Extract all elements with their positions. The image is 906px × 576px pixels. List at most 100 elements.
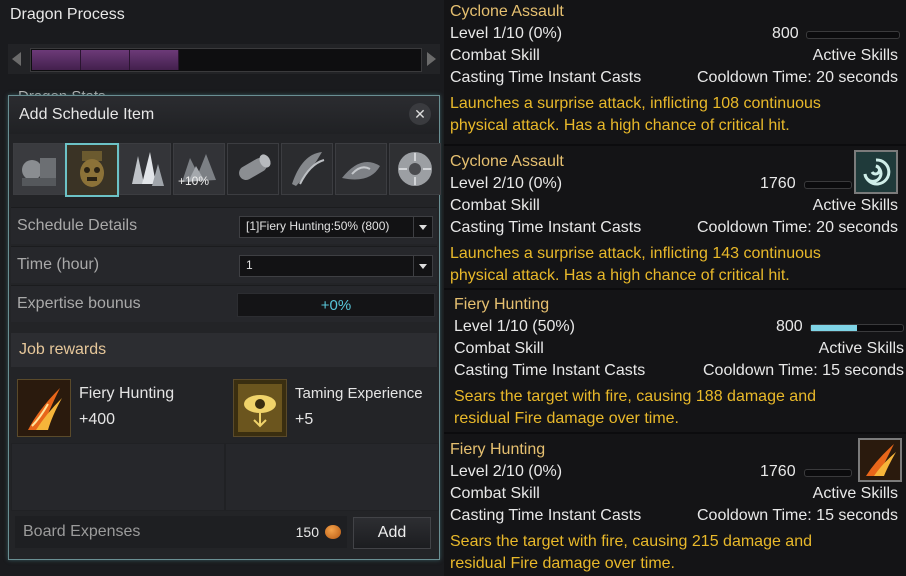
job-rewards-label: Job rewards [19,341,107,358]
skill-level: Level 2/10 (0%) [450,175,563,192]
shell-tile-icon[interactable] [335,143,387,195]
add-schedule-dialog: Add Schedule Item ✕ +10% Schedule Detail… [8,95,441,560]
reward-value: +5 [295,411,314,428]
skill-description: Launches a surprise attack, inflicting 1… [450,93,821,137]
skill-tooltip: Cyclone Assault Level 1/10 (0%) 800 Comb… [444,0,906,144]
skill-name: Fiery Hunting [450,441,546,458]
schedule-details-value: [1]Fiery Hunting:50% (800) [246,219,390,233]
skill-category: Active Skills [818,340,904,357]
board-expenses-label: Board Expenses [23,523,141,540]
casting-time: Casting Time Instant Casts [454,362,646,379]
skill-level: Level 1/10 (0%) [450,25,563,42]
log-tile-icon[interactable] [227,143,279,195]
feather-tile-icon[interactable] [281,143,333,195]
skill-type: Combat Skill [450,47,540,64]
expertise-label: Expertise bounus [17,295,141,312]
time-select[interactable]: 1 [239,255,433,277]
schedule-details-label: Schedule Details [17,217,138,234]
skill-type: Combat Skill [450,485,540,502]
reward-name: Fiery Hunting [79,385,175,402]
disc-tile-icon[interactable] [389,143,441,195]
skill-desc-line: Launches a surprise attack, inflicting 1… [450,95,821,112]
schedule-details-row: Schedule Details [1]Fiery Hunting:50% (8… [11,207,437,244]
cooldown-time: Cooldown Time: 15 seconds [697,507,898,524]
casting-time: Casting Time Instant Casts [450,507,642,524]
dialog-header: Add Schedule Item ✕ [9,96,439,134]
cooldown-time: Cooldown Time: 20 seconds [697,219,898,236]
add-button[interactable]: Add [353,517,431,549]
skill-points: 800 [772,25,799,42]
skill-tooltip: Fiery Hunting Level 2/10 (0%) 1760 Comba… [444,434,906,576]
skill-desc-line: physical attack. Has a high chance of cr… [450,267,790,284]
empty-reward-slot [11,443,225,511]
dragon-process-bar [30,48,422,72]
window-title: Dragon Process [10,6,125,23]
skill-progress-track [804,469,852,477]
schedule-details-select[interactable]: [1]Fiery Hunting:50% (800) [239,216,433,238]
fire-claw-icon [17,379,71,437]
skill-type: Combat Skill [450,197,540,214]
dialog-title: Add Schedule Item [19,106,155,123]
board-expenses-box: Board Expenses 150 [15,516,347,548]
skill-desc-line: residual Fire damage over time. [450,555,675,572]
skill-points: 1760 [760,175,796,192]
skill-desc-line: Launches a surprise attack, inflicting 1… [450,245,821,262]
coin-icon [325,525,341,539]
totem-tile-icon[interactable] [65,143,119,197]
cooldown-time: Cooldown Time: 20 seconds [697,69,898,86]
expertise-bonus-box: +0% [237,293,435,317]
skill-desc-line: Sears the target with fire, causing 215 … [450,533,812,550]
skill-desc-line: Sears the target with fire, causing 188 … [454,388,816,405]
cyclone-icon [854,150,898,194]
skill-tooltip: Fiery Hunting Level 1/10 (50%) 800 Comba… [444,290,906,432]
empty-reward-slot [225,443,439,511]
skill-category: Active Skills [812,47,898,64]
skill-name: Cyclone Assault [450,153,564,170]
job-rewards-header: Job rewards [11,333,437,367]
skill-tooltip: Cyclone Assault Level 2/10 (0%) 1760 Com… [444,146,906,288]
skill-desc-line: physical attack. Has a high chance of cr… [450,117,790,134]
time-row: Time (hour) 1 [11,246,437,283]
skill-description: Sears the target with fire, causing 188 … [454,386,816,430]
board-expenses-amount: 150 [295,524,319,540]
skill-desc-line: residual Fire damage over time. [454,410,679,427]
tile-badge: +10% [178,174,210,188]
scroll-left-arrow-icon[interactable] [12,52,21,66]
fire-claw-icon [858,438,902,482]
skill-progress-track [810,324,904,332]
process-segment [81,50,130,70]
skill-level: Level 1/10 (50%) [454,318,575,335]
crystal-tile-icon[interactable] [119,143,171,195]
skill-name: Fiery Hunting [454,296,550,313]
skill-progress-track [804,181,852,189]
casting-time: Casting Time Instant Casts [450,69,642,86]
skill-progress-fill [811,325,857,331]
process-bar-wrap [8,44,440,74]
chevron-down-icon[interactable] [413,217,432,237]
skill-points: 1760 [760,463,796,480]
chevron-down-icon[interactable] [413,256,432,276]
expertise-row: Expertise bounus +0% [11,285,437,322]
eye-sigil-icon [233,379,287,437]
cooldown-time: Cooldown Time: 15 seconds [703,362,904,379]
expertise-value: +0% [320,297,352,314]
skill-description: Sears the target with fire, causing 215 … [450,531,812,575]
process-segment [32,50,81,70]
close-icon[interactable]: ✕ [409,103,431,125]
skill-progress-track [806,31,900,39]
skill-category: Active Skills [812,197,898,214]
process-segment [130,50,179,70]
forge-tile-icon[interactable] [13,143,65,195]
skill-name: Cyclone Assault [450,3,564,20]
skill-category: Active Skills [812,485,898,502]
time-label: Time (hour) [17,256,100,273]
skill-description: Launches a surprise attack, inflicting 1… [450,243,821,287]
reward-name: Taming Experience [295,385,423,402]
ore-tile-icon[interactable]: +10% [173,143,225,195]
reward-item: Taming Experience +5 [227,373,437,443]
skill-points: 800 [776,318,803,335]
scroll-right-arrow-icon[interactable] [427,52,436,66]
skill-level: Level 2/10 (0%) [450,463,563,480]
skill-type: Combat Skill [454,340,544,357]
reward-value: +400 [79,411,116,428]
